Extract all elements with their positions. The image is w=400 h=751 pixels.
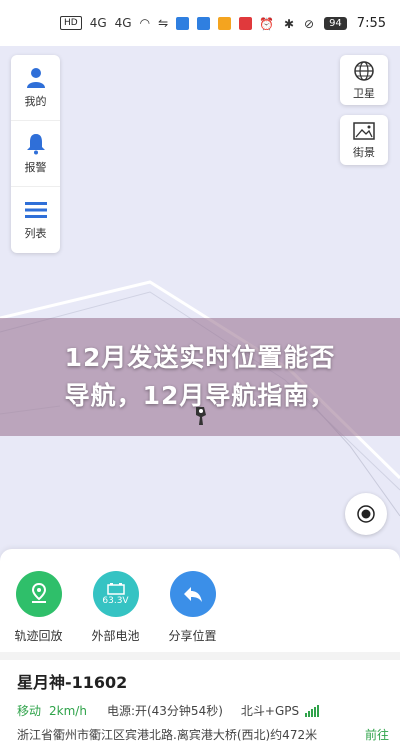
app-notification-icon xyxy=(176,16,190,30)
status-bar-right: ⏰ ✱ ⊘ 94 7:55 xyxy=(259,16,386,31)
signal-4g-icon: 4G xyxy=(89,16,107,30)
signal-strength-icon xyxy=(305,704,320,717)
alarm-icon: ⏰ xyxy=(258,16,274,31)
motion-status: 移动 xyxy=(17,704,42,718)
action-share-location[interactable]: 分享位置 xyxy=(154,571,231,644)
toolbar-item-alarm[interactable]: 报警 xyxy=(11,121,60,187)
street-view-label: 街景 xyxy=(353,145,375,159)
address-row: 浙江省衢州市衢江区宾港北路.离宾港大桥(西北)约472米 前往 xyxy=(17,726,389,743)
share-icon xyxy=(169,571,216,617)
vehicle-info-row: 移动 2km/h 电源:开(43分钟54秒) 北斗+GPS xyxy=(17,702,387,719)
toolbar-label-alarm: 报警 xyxy=(24,160,47,174)
toolbar-label-list: 列表 xyxy=(24,227,47,240)
toolbar-label-mine: 我的 xyxy=(24,94,47,108)
left-toolbar: 我的 报警 列表 xyxy=(11,55,60,253)
positioning-mode: 北斗+GPS xyxy=(240,704,300,718)
route-icon xyxy=(15,571,62,617)
section-divider xyxy=(0,652,400,660)
satellite-button[interactable]: 卫星 xyxy=(340,55,388,105)
bluetooth-icon: ✱ xyxy=(283,16,294,31)
vehicle-name: 星月神-11602 xyxy=(17,673,128,692)
vehicle-detail-sheet: 轨迹回放 63.3V 外部电池 分享位置 星月神-11602 移动 2km/h … xyxy=(0,549,400,751)
status-bar-left: HD 4G 4G ◠ ⇋ xyxy=(60,16,253,30)
action-label-share: 分享位置 xyxy=(168,629,217,643)
usb-icon: ⇋ xyxy=(158,16,169,30)
bell-icon xyxy=(25,133,47,155)
action-label-track: 轨迹回放 xyxy=(14,629,63,643)
banner-line-1: 12月发送实时位置能否 xyxy=(64,343,336,372)
globe-icon xyxy=(354,60,374,81)
vehicle-marker-icon[interactable] xyxy=(193,405,209,431)
action-row: 轨迹回放 63.3V 外部电池 分享位置 xyxy=(0,571,231,644)
clock: 7:55 xyxy=(356,16,386,31)
battery-level: 94 xyxy=(324,17,347,30)
toolbar-item-list[interactable]: 列表 xyxy=(11,187,60,253)
target-icon xyxy=(357,505,375,523)
list-icon xyxy=(24,199,47,221)
action-external-battery[interactable]: 63.3V 外部电池 xyxy=(77,571,154,644)
action-track-playback[interactable]: 轨迹回放 xyxy=(0,571,77,644)
banner-title: 12月发送实时位置能否 导航，12月导航指南， xyxy=(53,339,348,415)
hd-badge: HD xyxy=(60,16,82,30)
toolbar-item-mine[interactable]: 我的 xyxy=(11,55,60,121)
navigate-link[interactable]: 前往 xyxy=(365,726,389,743)
person-icon xyxy=(25,67,47,89)
locate-button[interactable] xyxy=(345,493,387,535)
vehicle-speed: 2km/h xyxy=(49,703,87,718)
wifi-icon: ◠ xyxy=(139,16,151,30)
power-status: 电源:开(43分钟54秒) xyxy=(106,704,223,718)
action-label-battery: 外部电池 xyxy=(91,629,140,643)
vehicle-address: 浙江省衢州市衢江区宾港北路.离宾港大桥(西北)约472米 xyxy=(17,728,318,742)
app-notification-icon-3 xyxy=(218,16,232,30)
image-icon xyxy=(353,121,375,140)
satellite-label: 卫星 xyxy=(353,86,375,100)
battery-voltage: 63.3V xyxy=(102,595,129,606)
battery-icon: 63.3V xyxy=(92,571,139,617)
signal-4g-icon-2: 4G xyxy=(114,16,132,30)
dnd-icon: ⊘ xyxy=(304,16,315,31)
status-bar: HD 4G 4G ◠ ⇋ ⏰ ✱ ⊘ 94 7:55 xyxy=(0,0,400,46)
street-view-button[interactable]: 街景 xyxy=(340,115,388,165)
app-notification-icon-2 xyxy=(197,16,211,30)
app-notification-icon-4 xyxy=(239,16,253,30)
